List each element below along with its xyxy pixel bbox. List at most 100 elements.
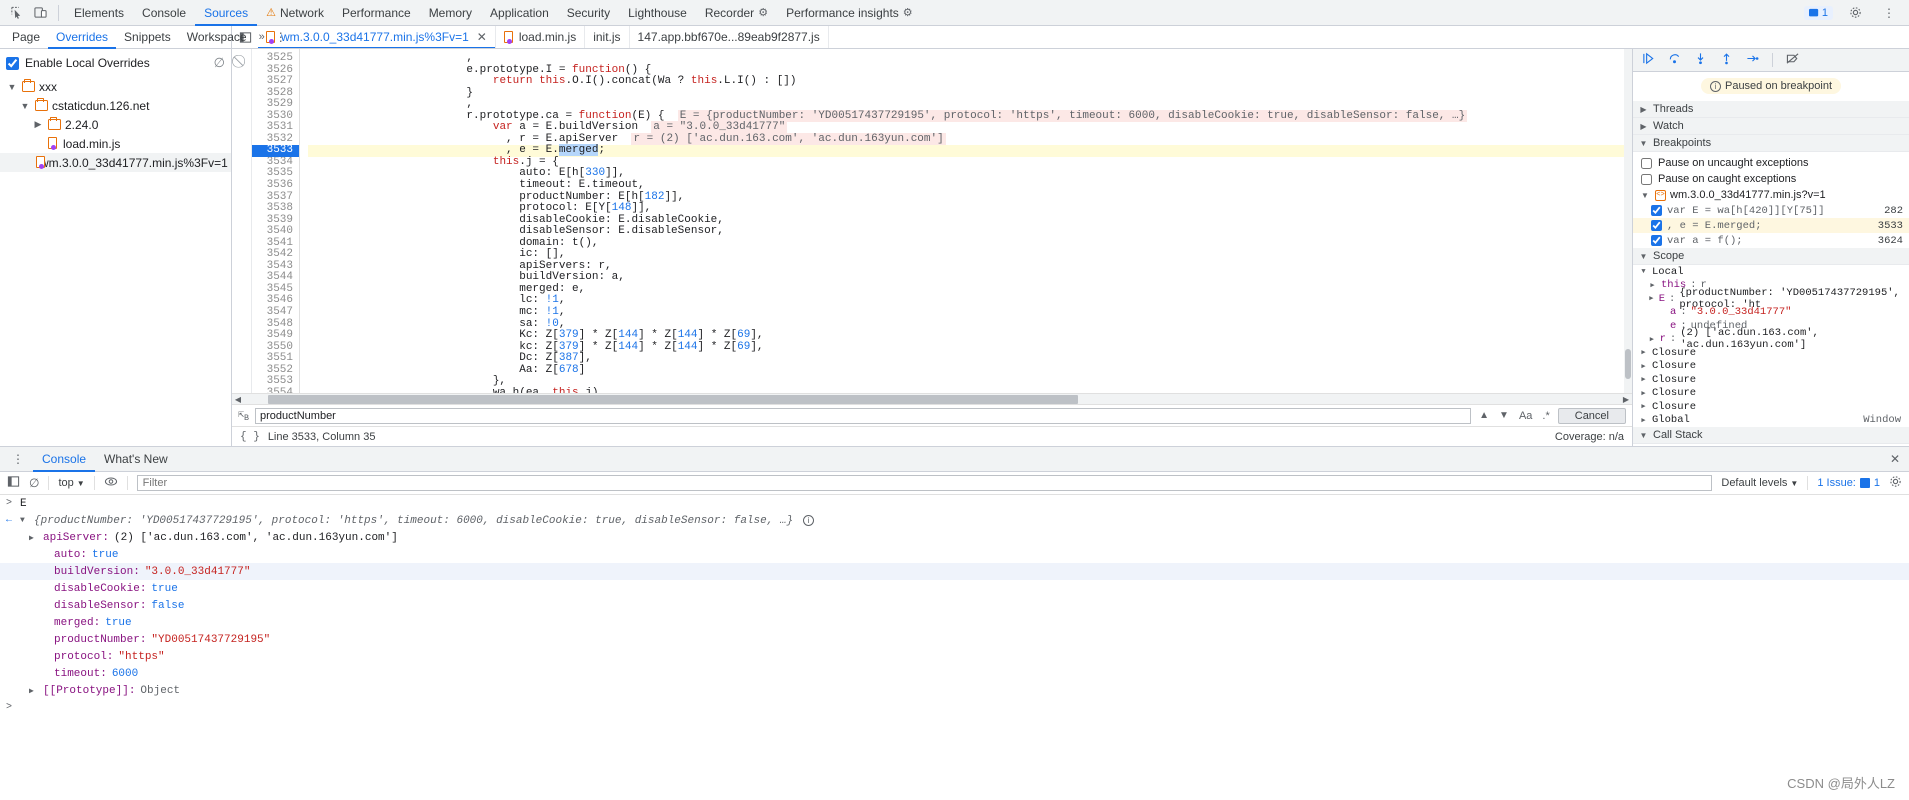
console-property-line[interactable]: productNumber: "YD00517437729195" — [0, 631, 1909, 648]
regex-button[interactable]: .* — [1540, 410, 1551, 422]
navigator-tab-workspace[interactable]: Workspace — [179, 26, 255, 49]
navigator-tab-overrides[interactable]: Overrides — [48, 26, 117, 49]
disclosure-triangle-icon[interactable]: ▼ — [20, 516, 29, 525]
section-threads[interactable]: ▶ Threads — [1633, 101, 1909, 118]
editor-hscroll-thumb[interactable] — [268, 394, 1078, 404]
console-output-line[interactable]: ← ▼ {productNumber: 'YD00517437729195', pr… — [0, 512, 1909, 529]
scope-node[interactable]: ▶ Closure — [1633, 387, 1909, 401]
scope-node[interactable]: ▼ Local — [1633, 265, 1909, 279]
code-line[interactable]: Aa: Z[678] — [308, 364, 1632, 377]
pause-option[interactable]: Pause on uncaught exceptions — [1633, 155, 1909, 171]
editor-vertical-scrollbar[interactable] — [1624, 49, 1632, 393]
line-number[interactable]: 3549 — [252, 330, 293, 342]
line-number[interactable]: 3554 — [252, 387, 293, 393]
console-property-line[interactable]: buildVersion: "3.0.0_33d41777" — [0, 563, 1909, 580]
step-icon[interactable] — [1746, 52, 1759, 68]
console-property-line[interactable]: disableSensor: false — [0, 597, 1909, 614]
scope-node[interactable]: ▶ Closure — [1633, 373, 1909, 387]
scope-node[interactable]: ▶ Closure — [1633, 360, 1909, 374]
console-property-line[interactable]: ▶ apiServer: (2) ['ac.dun.163.com', 'ac.d… — [0, 529, 1909, 546]
tab-memory[interactable]: Memory — [420, 0, 481, 26]
match-case-button[interactable]: Aa — [1517, 410, 1534, 422]
scope-node[interactable]: ▶ Global Window — [1633, 414, 1909, 428]
search-cancel-button[interactable]: Cancel — [1557, 407, 1626, 424]
section-call-stack[interactable]: ▼ Call Stack — [1633, 427, 1909, 444]
disclosure-triangle-icon[interactable]: ▶ — [1648, 335, 1656, 344]
line-number[interactable]: 3533 — [252, 145, 299, 157]
console-filter-input[interactable] — [136, 475, 1713, 491]
breakpoint-checkbox[interactable] — [1651, 220, 1662, 231]
pause-option-checkbox[interactable] — [1641, 157, 1652, 169]
console-property-line[interactable]: ▶ [[Prototype]]: Object — [0, 682, 1909, 699]
drawer-tab-what-s-new[interactable]: What's New — [95, 447, 177, 472]
console-output[interactable]: > E ← ▼ {productNumber: 'YD00517437729195', … — [0, 495, 1909, 796]
code-line[interactable]: } — [308, 87, 1632, 100]
disclosure-triangle-icon[interactable]: ▼ — [19, 101, 31, 111]
code-line[interactable]: protocol: E[Y[148]], — [308, 202, 1632, 215]
line-number[interactable]: 3547 — [252, 306, 293, 319]
tab-sources[interactable]: Sources — [195, 0, 258, 26]
close-icon[interactable]: ✕ — [477, 30, 487, 44]
issues-indicator[interactable]: 1 Issue: 1 — [1817, 477, 1880, 489]
no-breakpoint-icon[interactable]: ⃠ — [232, 53, 251, 69]
code-line[interactable]: timeout: E.timeout, — [308, 179, 1632, 192]
console-input-line[interactable]: > — [0, 699, 1909, 716]
line-number-gutter[interactable]: 3525 3526 3527 3528 3529 3530 3531 3532 3533 3534… — [252, 49, 300, 393]
code-line[interactable]: Kc: Z[379] * Z[144] * Z[144] * Z[69], — [308, 329, 1632, 342]
console-property-line[interactable]: merged: true — [0, 614, 1909, 631]
error-count-badge[interactable]: 1 — [1803, 5, 1833, 20]
console-settings-gear-icon[interactable] — [1889, 475, 1902, 491]
tree-item[interactable]: wm.3.0.0_33d41777.min.js%3Fv=1 — [0, 153, 231, 172]
pause-option-checkbox[interactable] — [1641, 173, 1652, 185]
breakpoint-item[interactable]: var a = f(); 3624 — [1633, 233, 1909, 248]
tab-application[interactable]: Application — [481, 0, 558, 26]
tab-lighthouse[interactable]: Lighthouse — [619, 0, 696, 26]
tab-console[interactable]: Console — [133, 0, 195, 26]
console-sidebar-icon[interactable] — [7, 475, 20, 491]
search-input[interactable] — [255, 407, 1472, 424]
tab-security[interactable]: Security — [558, 0, 619, 26]
tab-performance[interactable]: Performance — [333, 0, 420, 26]
tree-item[interactable]: ▶ 2.24.0 — [0, 115, 231, 134]
breakpoint-checkbox[interactable] — [1651, 205, 1662, 216]
section-watch[interactable]: ▶ Watch — [1633, 118, 1909, 135]
code-line[interactable]: , — [308, 52, 1632, 65]
console-property-line[interactable]: disableCookie: true — [0, 580, 1909, 597]
search-prev-icon[interactable]: ▲ — [1477, 410, 1491, 421]
scroll-left-icon[interactable]: ◀ — [232, 395, 244, 404]
code-line[interactable]: mc: !1, — [308, 306, 1632, 319]
section-breakpoints[interactable]: ▼ Breakpoints — [1633, 135, 1909, 152]
console-property-line[interactable]: auto: true — [0, 546, 1909, 563]
tab-recorder[interactable]: Recorder ⚙ — [696, 0, 777, 26]
code-line[interactable]: wa.h(ea, this.j), — [308, 387, 1632, 393]
file-tab[interactable]: wm.3.0.0_33d41777.min.js%3Fv=1 ✕ — [258, 26, 496, 48]
drawer-tab-console[interactable]: Console — [33, 447, 96, 472]
gear-icon[interactable] — [1843, 1, 1867, 25]
tab-performance-insights[interactable]: Performance insights ⚙ — [777, 0, 922, 26]
enable-local-overrides-checkbox[interactable] — [6, 56, 19, 70]
disclosure-triangle-icon[interactable]: ▶ — [29, 686, 38, 696]
call-stack-frame[interactable]: ▶r.cawm.3.0.0_33d417...in.js?v=1:3533 — [1633, 444, 1909, 447]
section-scope[interactable]: ▼ Scope — [1633, 248, 1909, 265]
step-out-icon[interactable] — [1720, 52, 1733, 68]
pretty-print-icon[interactable]: { } — [240, 431, 260, 443]
live-expression-icon[interactable] — [104, 475, 118, 491]
editor-horizontal-scrollbar[interactable]: ◀ ▶ — [232, 393, 1632, 404]
disclosure-triangle-icon[interactable]: ▶ — [1639, 416, 1648, 425]
disclosure-triangle-icon[interactable]: ▶ — [29, 533, 38, 543]
breakpoint-gutter[interactable]: ⃠ — [232, 49, 252, 393]
scope-node[interactable]: ▶ Closure — [1633, 400, 1909, 414]
breakpoint-checkbox[interactable] — [1651, 235, 1662, 246]
disclosure-triangle-icon[interactable]: ▼ — [1639, 268, 1648, 276]
navigator-tab-snippets[interactable]: Snippets — [116, 26, 179, 49]
scope-property[interactable]: ▶ E: {productNumber: 'YD00517437729195', … — [1633, 287, 1909, 311]
info-icon[interactable]: i — [803, 515, 815, 526]
line-number[interactable]: 3525 — [252, 52, 293, 65]
drawer-close-icon[interactable]: ✕ — [1881, 452, 1909, 466]
breakpoint-file-group[interactable]: ▼ <> wm.3.0.0_33d41777.min.js?v=1 — [1633, 187, 1909, 203]
pause-option[interactable]: Pause on caught exceptions — [1633, 171, 1909, 187]
navigator-tab-page[interactable]: Page — [4, 26, 48, 49]
disclosure-triangle-icon[interactable]: ▶ — [1639, 348, 1648, 357]
console-input-line[interactable]: > E — [0, 495, 1909, 512]
log-levels-selector[interactable]: Default levels ▼ — [1721, 477, 1798, 489]
